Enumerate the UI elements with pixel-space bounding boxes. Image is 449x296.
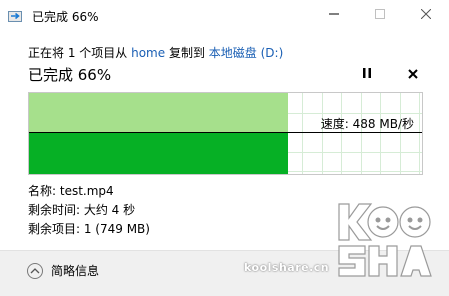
progress-headline: 已完成 66%	[28, 66, 112, 84]
minimize-button[interactable]	[311, 0, 357, 31]
graph-gridline	[419, 93, 420, 174]
koolshare-logo	[338, 203, 432, 277]
status-prefix: 正在将 1 个项目从	[28, 46, 128, 60]
copy-app-icon	[8, 11, 22, 22]
title-bar: 已完成 66%	[0, 0, 449, 31]
fewer-details-label: 简略信息	[51, 264, 100, 278]
graph-gridline	[380, 93, 381, 174]
graph-gridline	[302, 93, 303, 174]
chevron-up-icon	[27, 262, 43, 279]
graph-gridline	[361, 93, 362, 174]
file-name: 名称: test.mp4	[28, 184, 114, 198]
window-title: 已完成 66%	[32, 10, 99, 24]
speed-label: 速度: 488 MB/秒	[320, 117, 414, 131]
transfer-speed-graph: 速度: 488 MB/秒	[28, 92, 423, 175]
graph-gridline	[341, 93, 342, 174]
pause-button[interactable]	[356, 66, 378, 84]
close-window-button[interactable]	[403, 0, 449, 31]
graph-gridline	[322, 93, 323, 174]
graph-gridline	[400, 93, 401, 174]
time-remaining: 剩余时间: 大约 4 秒	[28, 203, 136, 217]
watermark-site: koolshare.cn	[244, 261, 330, 274]
status-middle: 复制到	[168, 46, 205, 60]
speed-line	[29, 132, 422, 133]
copy-status-line: 正在将 1 个项目从 home 复制到 本地磁盘 (D:)	[28, 44, 283, 61]
source-link[interactable]: home	[131, 46, 165, 60]
progress-fill-dark	[29, 133, 288, 174]
maximize-button[interactable]	[357, 0, 403, 31]
copy-dialog-window: 已完成 66% 正在将 1 个项目从 home 复制到 本地磁盘 (D:) 已完…	[0, 0, 449, 296]
close-icon	[420, 8, 432, 20]
destination-link[interactable]: 本地磁盘 (D:)	[209, 46, 283, 60]
cancel-icon	[408, 69, 418, 79]
pause-icon	[363, 68, 371, 78]
minimize-icon	[329, 13, 339, 15]
cancel-button[interactable]	[404, 66, 422, 84]
items-remaining: 剩余项目: 1 (749 MB)	[28, 222, 150, 236]
progress-fill-light	[29, 93, 288, 133]
maximize-icon	[375, 9, 385, 19]
fewer-details-toggle[interactable]: 简略信息	[27, 262, 99, 279]
